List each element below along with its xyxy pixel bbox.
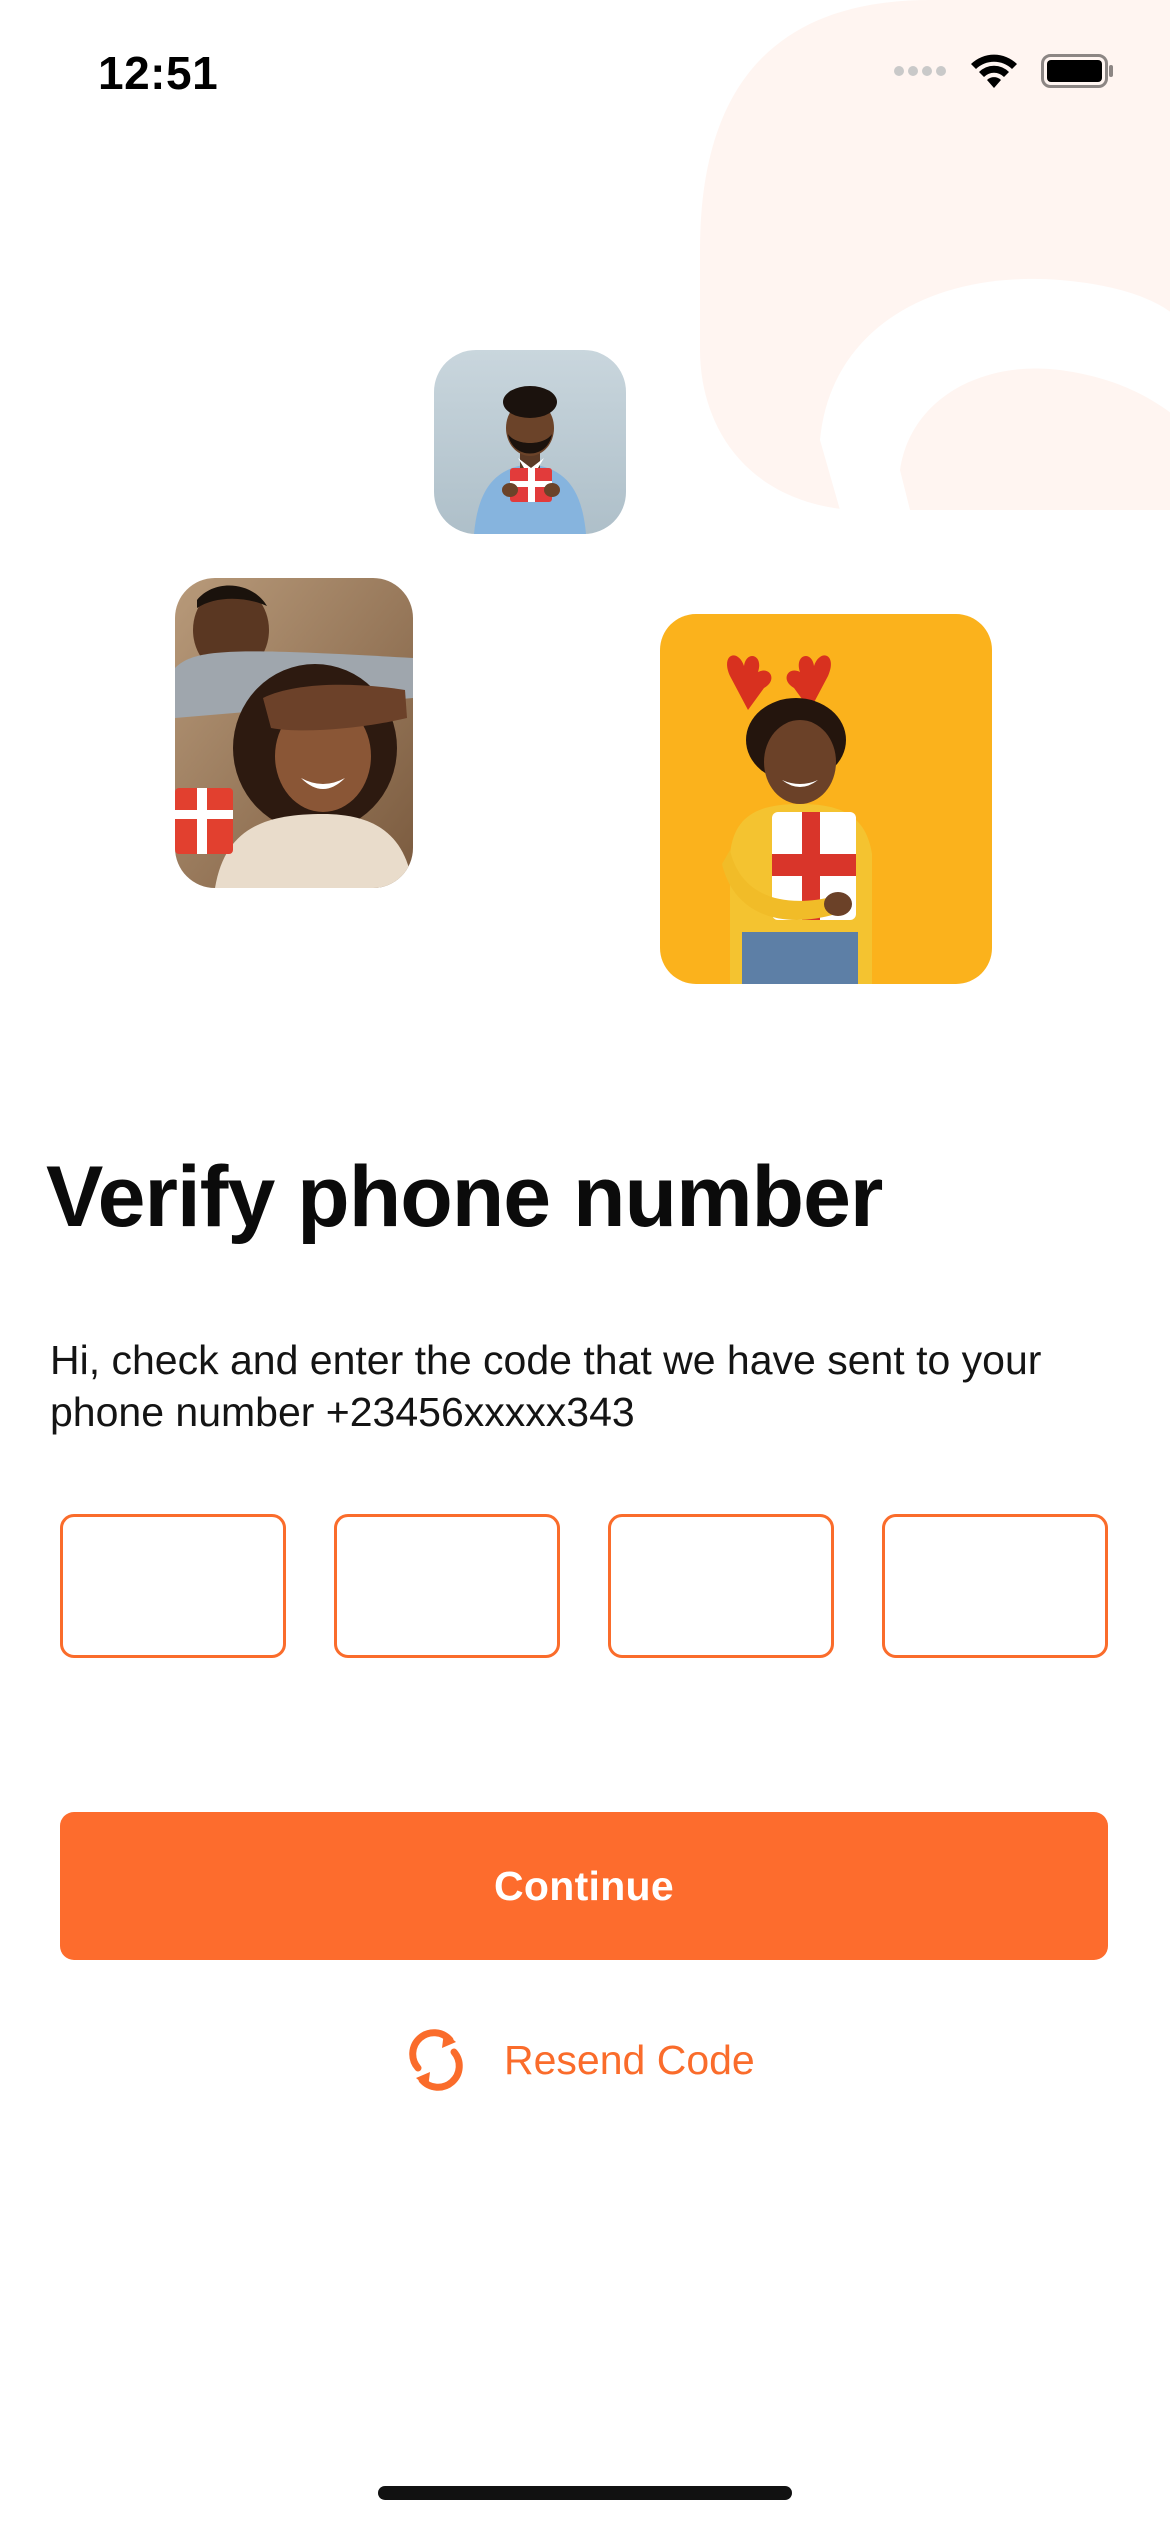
otp-digit-2-input[interactable] [334, 1514, 560, 1658]
verify-phone-screen: 12:51 Verify phone number Hi, check and … [0, 0, 1170, 2532]
otp-digit-3-input[interactable] [608, 1514, 834, 1658]
resend-code-button[interactable]: Resend Code [404, 2028, 755, 2092]
otp-code-inputs [60, 1514, 1108, 1658]
page-title: Verify phone number [46, 1149, 883, 1245]
refresh-icon [409, 2029, 463, 2091]
continue-button[interactable]: Continue [60, 1812, 1108, 1960]
photo-man-with-gift [434, 350, 626, 534]
wifi-icon [971, 54, 1017, 88]
verification-instructions: Hi, check and enter the code that we hav… [50, 1337, 1042, 1435]
otp-digit-4-input[interactable] [882, 1514, 1108, 1658]
home-indicator[interactable] [378, 2486, 792, 2500]
photo-couple-surprise [175, 578, 413, 888]
resend-code-label: Resend Code [504, 2036, 755, 2083]
battery-icon [1041, 54, 1113, 88]
photo-woman-reindeer-gift [660, 614, 992, 984]
status-icons [893, 52, 1115, 90]
continue-button-label: Continue [493, 1862, 675, 1909]
status-time: 12:51 [98, 47, 219, 99]
otp-digit-1-input[interactable] [60, 1514, 286, 1658]
cellular-signal-icon [894, 66, 946, 76]
